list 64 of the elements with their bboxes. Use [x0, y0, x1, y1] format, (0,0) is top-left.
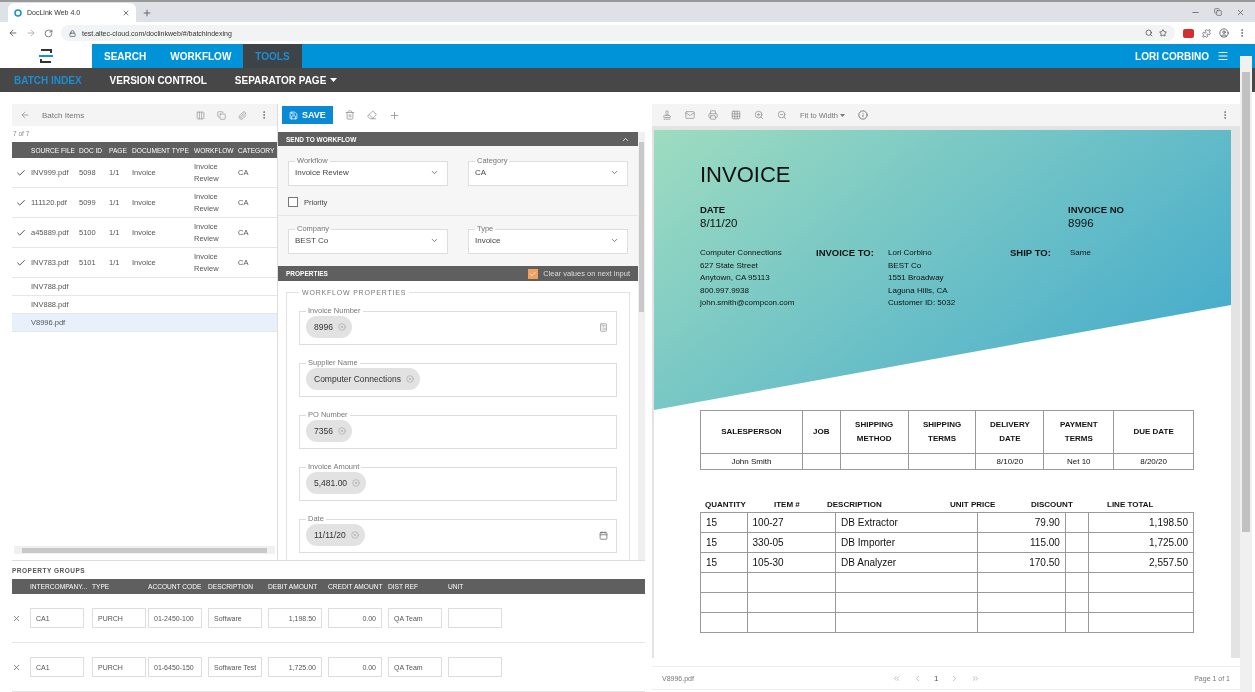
ship-to-text: Same	[1070, 247, 1092, 259]
value-chip: 5,481.00	[306, 472, 367, 494]
field-value: BEST Co	[295, 236, 329, 245]
field-value: Invoice Review	[295, 168, 349, 177]
table-cell: 1,725.00	[1088, 532, 1194, 552]
field-label: INVOICE TO:	[816, 247, 875, 260]
column-header: SHIPPING METHOD	[840, 410, 909, 453]
table-cell: DB Analyzer	[835, 552, 978, 572]
table-cell: 170.50	[977, 552, 1066, 572]
column-header: JOB	[802, 410, 841, 453]
table-cell: 100-27	[747, 512, 836, 532]
column-header: UNIT PRICE	[950, 499, 997, 509]
column-header: PAYMENT TERMS	[1043, 410, 1114, 453]
field-label: DATE	[700, 204, 727, 215]
address-line: john.smith@compcon.com	[700, 297, 796, 309]
field-value: CA	[475, 168, 487, 177]
panel-title: Batch Items	[42, 110, 86, 120]
table-cell: John Smith	[700, 453, 803, 469]
address-line: 627 State Street	[700, 259, 759, 272]
table-cell: 15	[700, 552, 747, 572]
field-label: SHIP TO:	[1010, 247, 1052, 260]
value-chip: 8996	[306, 316, 352, 338]
subnav-tab[interactable]: SEPARATOR PAGE	[234, 74, 338, 86]
address-line: Anytown, CA 95113	[700, 272, 771, 284]
column-header: DUE DATE	[1113, 410, 1194, 453]
column-header: QUANTITY	[705, 499, 747, 509]
table-cell: 79.90	[977, 512, 1066, 532]
table-cell: DB Extractor	[835, 512, 978, 532]
column-header: SALESPERSON	[700, 410, 803, 453]
column-header: ITEM #	[774, 499, 801, 509]
address-line: Laguna Hills, CA	[888, 284, 949, 297]
value-chip: 7356	[306, 420, 352, 442]
invoice-date: 8/11/20	[700, 217, 739, 229]
table-cell: Net 10	[1043, 453, 1114, 469]
address-line: Customer ID: 5032	[888, 297, 957, 309]
address-line: BEST Co	[888, 259, 923, 272]
subnav-tab[interactable]: VERSION CONTROL	[109, 74, 207, 86]
column-header: DISCOUNT	[1031, 499, 1074, 509]
table-cell: 8/10/20	[976, 453, 1044, 469]
invoice-title: INVOICE	[700, 162, 792, 188]
table-cell: 1,198.50	[1088, 512, 1194, 532]
column-header: SHIPPING TERMS	[908, 410, 976, 453]
table-cell: 15	[700, 512, 747, 532]
column-header: DESCRIPTION	[827, 499, 883, 509]
table-cell: 15	[700, 532, 747, 552]
invoice-number: 8996	[1068, 217, 1095, 229]
address-line: 1551 Broadway	[888, 272, 945, 284]
value-chip: 11/11/20	[306, 524, 365, 546]
page-number: 1	[934, 673, 939, 683]
address-line: Computer Connections	[700, 247, 783, 259]
address-line: 800.997.9938	[700, 284, 750, 297]
column-header: DELIVERY DATE	[976, 410, 1044, 453]
value-chip: Computer Connections	[306, 368, 420, 390]
column-header: LINE TOTAL	[1107, 499, 1155, 509]
table-cell: 8/20/20	[1113, 453, 1194, 469]
save-button[interactable]: SAVE	[282, 106, 333, 124]
table-cell: 115.00	[977, 532, 1066, 552]
table-cell: DB Importer	[835, 532, 978, 552]
field-value: Invoice	[475, 236, 501, 245]
table-cell: 105-30	[747, 552, 836, 572]
table-cell: 330-05	[747, 532, 836, 552]
address-line: Lori Corbino	[888, 247, 933, 259]
field-label: INVOICE NO	[1068, 204, 1125, 215]
table-cell: 2,557.50	[1088, 552, 1194, 572]
